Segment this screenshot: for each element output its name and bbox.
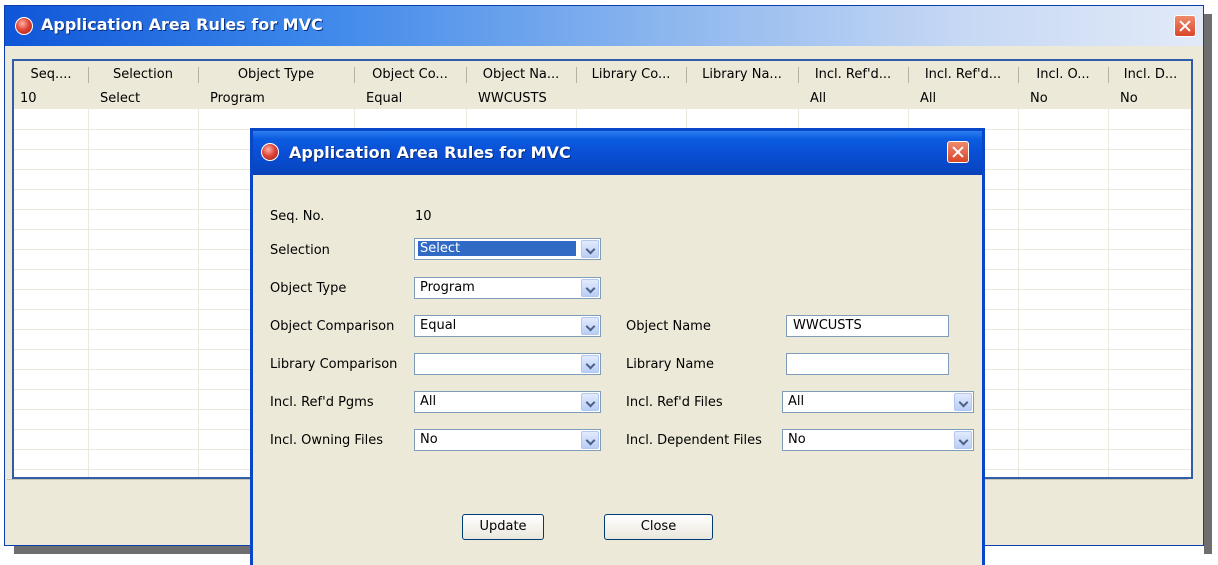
app-icon <box>15 17 33 35</box>
row-cell: Select <box>100 91 141 106</box>
row-cell: No <box>1120 91 1138 106</box>
incl-owning-files-combo[interactable]: No <box>414 429 601 451</box>
close-button[interactable]: Close <box>604 514 713 540</box>
grid-line <box>198 109 199 477</box>
chevron-down-icon[interactable] <box>581 355 599 373</box>
incl-dependent-files-combo-value: No <box>788 432 806 447</box>
library-name-field[interactable] <box>786 353 949 375</box>
dialog-close-icon[interactable] <box>947 141 969 163</box>
column-header[interactable]: Incl. Ref'd... <box>798 61 908 89</box>
library-comparison-label: Library Comparison <box>270 357 398 372</box>
grid-line <box>1018 109 1019 477</box>
chevron-down-icon[interactable] <box>954 431 972 449</box>
column-header[interactable]: Object Type <box>198 61 354 89</box>
app-icon <box>261 143 279 161</box>
incl-refd-pgms-label: Incl. Ref'd Pgms <box>270 395 374 410</box>
object-name-field[interactable]: WWCUSTS <box>786 315 949 337</box>
row-cell: Equal <box>366 91 403 106</box>
row-cell: All <box>920 91 937 106</box>
grid-header: Seq.... Selection Object Type Object Co.… <box>14 61 1191 89</box>
grid-line <box>1108 109 1109 477</box>
object-name-label: Object Name <box>626 319 711 334</box>
column-header[interactable]: Library Co... <box>576 61 686 89</box>
column-header[interactable]: Incl. D... <box>1108 61 1191 89</box>
seq-label: Seq. No. <box>270 209 325 224</box>
chevron-down-icon[interactable] <box>581 240 599 258</box>
object-comparison-label: Object Comparison <box>270 319 395 334</box>
incl-refd-pgms-combo[interactable]: All <box>414 391 601 413</box>
column-header[interactable]: Library Na... <box>686 61 798 89</box>
column-header[interactable]: Object Na... <box>466 61 576 89</box>
object-type-label: Object Type <box>270 281 347 296</box>
row-cell: All <box>810 91 827 106</box>
library-comparison-combo[interactable] <box>414 353 601 375</box>
column-header[interactable]: Incl. O... <box>1018 61 1108 89</box>
row-cell: No <box>1030 91 1048 106</box>
window-shadow-bottom <box>14 546 250 554</box>
chevron-down-icon[interactable] <box>581 317 599 335</box>
incl-owning-files-combo-value: No <box>420 432 438 447</box>
column-header[interactable]: Object Co... <box>354 61 466 89</box>
selection-label: Selection <box>270 243 330 258</box>
dialog-titlebar[interactable]: Application Area Rules for MVC <box>253 131 982 175</box>
window-shadow-right <box>1204 14 1212 554</box>
window-titlebar[interactable]: Application Area Rules for MVC <box>5 6 1203 46</box>
object-comparison-combo-value: Equal <box>420 318 457 333</box>
window-close-icon[interactable] <box>1174 15 1196 37</box>
chevron-down-icon[interactable] <box>581 279 599 297</box>
object-type-combo[interactable]: Program <box>414 277 601 299</box>
library-name-label: Library Name <box>626 357 714 372</box>
incl-refd-files-combo[interactable]: All <box>782 391 974 413</box>
incl-dependent-files-label: Incl. Dependent Files <box>626 433 762 448</box>
row-cell: 10 <box>20 91 37 106</box>
column-header[interactable]: Incl. Ref'd... <box>908 61 1018 89</box>
window-title: Application Area Rules for MVC <box>41 15 323 34</box>
object-type-combo-value: Program <box>420 280 475 295</box>
incl-owning-files-label: Incl. Owning Files <box>270 433 383 448</box>
column-header[interactable]: Selection <box>88 61 198 89</box>
chevron-down-icon[interactable] <box>581 393 599 411</box>
chevron-down-icon[interactable] <box>581 431 599 449</box>
row-cell: Program <box>210 91 265 106</box>
rule-dialog: Application Area Rules for MVC Seq. No. … <box>250 128 985 565</box>
incl-refd-files-combo-value: All <box>788 394 805 409</box>
object-comparison-combo[interactable]: Equal <box>414 315 601 337</box>
update-button[interactable]: Update <box>462 514 544 540</box>
column-header[interactable]: Seq.... <box>14 61 88 89</box>
selection-combo[interactable]: Select <box>414 238 601 260</box>
seq-value: 10 <box>415 209 432 224</box>
incl-refd-files-label: Incl. Ref'd Files <box>626 395 723 410</box>
row-cell: WWCUSTS <box>478 91 547 106</box>
selection-combo-value: Select <box>418 241 576 256</box>
incl-dependent-files-combo[interactable]: No <box>782 429 974 451</box>
chevron-down-icon[interactable] <box>954 393 972 411</box>
table-row[interactable]: 10 Select Program Equal WWCUSTS All All … <box>14 89 1191 109</box>
dialog-title: Application Area Rules for MVC <box>289 143 571 162</box>
incl-refd-pgms-combo-value: All <box>420 394 437 409</box>
grid-line <box>88 109 89 477</box>
